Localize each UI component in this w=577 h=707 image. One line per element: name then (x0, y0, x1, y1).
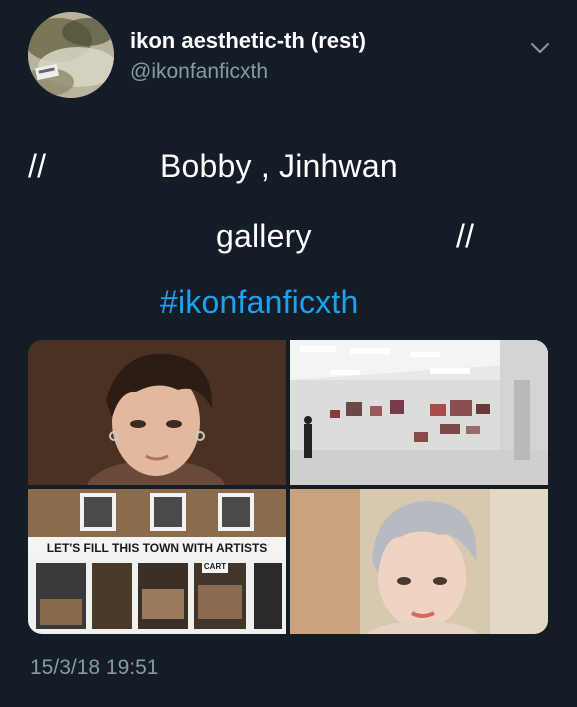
storefront-image (28, 489, 286, 634)
tweet-timestamp[interactable]: 15/3/18 19:51 (30, 656, 158, 680)
photo-bobby[interactable] (28, 340, 286, 485)
shop-sign: LET'S FILL THIS TOWN WITH ARTISTS (46, 541, 268, 555)
avatar[interactable] (28, 12, 114, 98)
portrait-image (28, 340, 286, 485)
shop-label: CART (202, 561, 228, 573)
tweet-text-names: Bobby , Jinhwan (160, 148, 398, 184)
portrait-image (290, 489, 548, 634)
photo-jinhwan[interactable] (290, 489, 548, 634)
tweet-text-slash-right: // (456, 218, 475, 254)
gallery-image (290, 340, 548, 485)
hashtag-link[interactable]: #ikonfanficxth (160, 284, 358, 321)
media-grid: LET'S FILL THIS TOWN WITH ARTISTS CART (28, 340, 548, 634)
photo-gallery-interior[interactable] (290, 340, 548, 485)
user-handle[interactable]: @ikonfanficxth (130, 60, 268, 84)
display-name[interactable]: ikon aesthetic-th (rest) (130, 28, 366, 54)
tweet-text-slash-left: // (28, 148, 47, 184)
chevron-down-icon[interactable] (528, 36, 552, 60)
photo-storefront[interactable]: LET'S FILL THIS TOWN WITH ARTISTS CART (28, 489, 286, 634)
tweet-header: ikon aesthetic-th (rest) @ikonfanficxth (28, 12, 553, 102)
tweet-text-gallery: gallery (216, 218, 312, 254)
avatar-image (28, 12, 114, 98)
